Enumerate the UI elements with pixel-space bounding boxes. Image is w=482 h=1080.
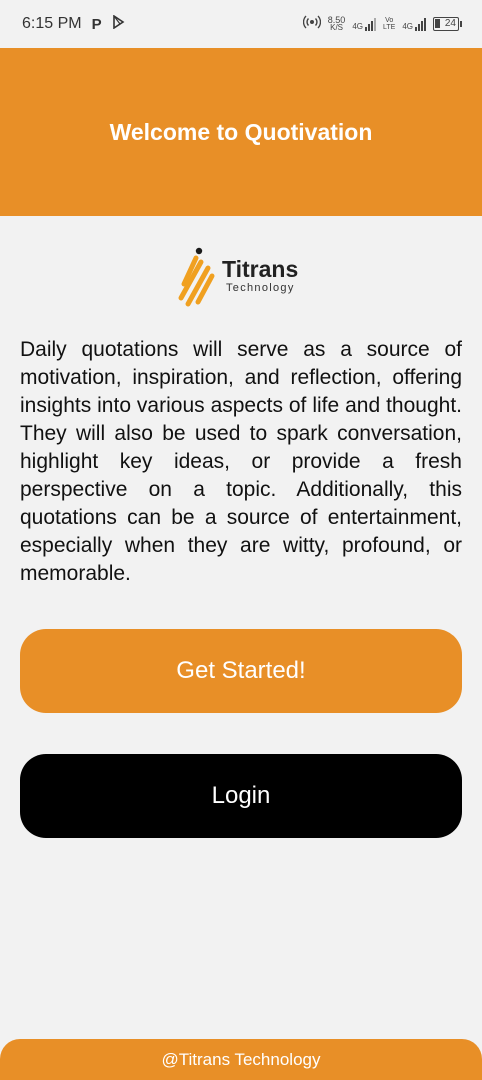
signal-icon-sim1: 4G: [352, 17, 376, 31]
app-header: Welcome to Quotivation: [0, 48, 482, 216]
titrans-logo-mark-icon: [178, 247, 215, 307]
titrans-logo: Titrans Technology: [170, 240, 312, 310]
status-bar: 6:15 PM P 8.50 K/S 4G Vo LTE 4G 24: [0, 0, 482, 48]
volte-bottom: LTE: [383, 24, 396, 31]
app-screen: 6:15 PM P 8.50 K/S 4G Vo LTE 4G 24 Welco…: [0, 0, 482, 1080]
network-speed-unit: K/S: [330, 23, 344, 32]
footer-credit: @Titrans Technology: [0, 1039, 482, 1080]
sim1-label: 4G: [352, 21, 363, 31]
login-button[interactable]: Login: [20, 754, 462, 838]
status-time: 6:15 PM: [22, 15, 82, 32]
logo-name: Titrans: [222, 256, 299, 282]
hotspot-icon: [302, 15, 321, 34]
battery-level: 24: [444, 18, 456, 29]
parking-icon: P: [91, 15, 102, 33]
volte-top: Vo: [385, 17, 394, 24]
sim2-label: 4G: [402, 21, 413, 31]
intro-description: Daily quotations will serve as a source …: [20, 338, 462, 585]
signal-icon-sim2: 4G: [402, 17, 426, 31]
logo-text: Titrans Technology: [222, 256, 298, 294]
status-bar-right: 8.50 K/S 4G Vo LTE 4G 24: [302, 15, 462, 34]
status-bar-left: 6:15 PM P: [22, 14, 125, 34]
battery-icon: 24: [433, 17, 462, 31]
get-started-button[interactable]: Get Started!: [20, 629, 462, 713]
footer-text: @Titrans Technology: [161, 1049, 321, 1069]
volte-icon: Vo LTE: [383, 17, 395, 31]
play-store-icon: [112, 14, 125, 34]
page-title: Welcome to Quotivation: [109, 118, 373, 145]
network-speed: 8.50 K/S: [328, 16, 346, 32]
logo-subtitle: Technology: [226, 282, 295, 294]
